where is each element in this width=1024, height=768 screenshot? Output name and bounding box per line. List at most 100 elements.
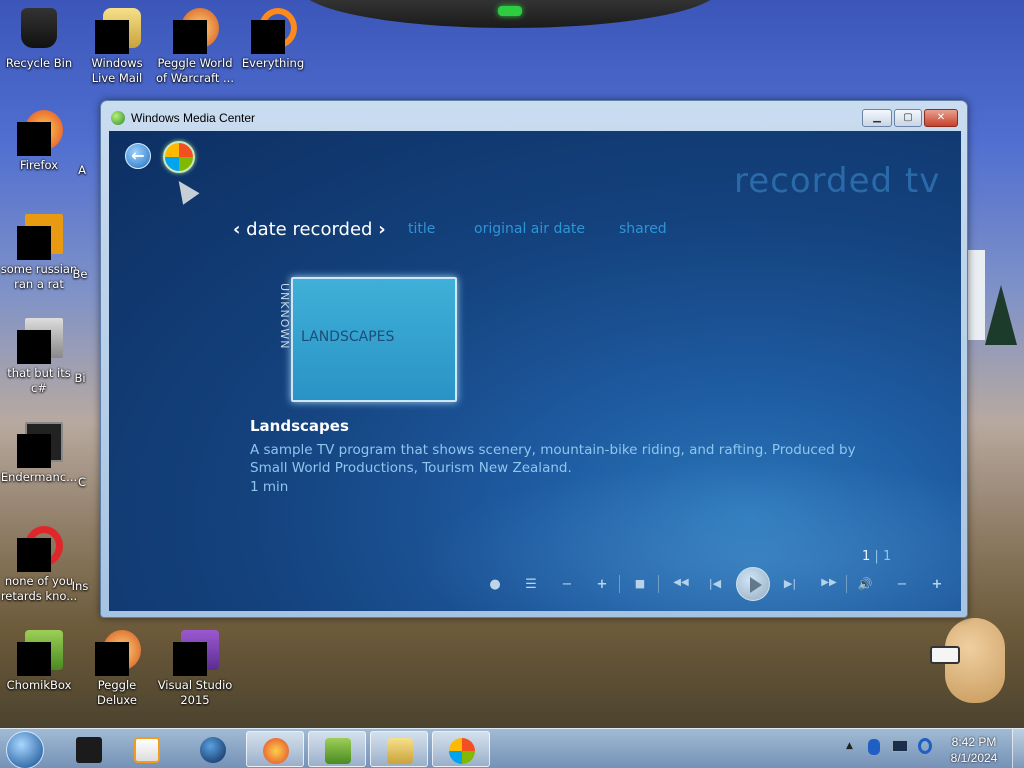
taskbar-item-explorer[interactable]	[370, 731, 428, 767]
record-icon[interactable]: ●	[484, 577, 506, 592]
taskbar-clock[interactable]: 8:42 PM 8/1/2024	[945, 734, 1003, 766]
clock-time: 8:42 PM	[951, 735, 997, 749]
page-title: recorded tv	[734, 161, 941, 201]
close-button[interactable]: ✕	[924, 109, 958, 127]
taskbar-item-media-player[interactable]	[118, 731, 176, 767]
media-player-icon	[134, 737, 160, 763]
taskbar-item-globe[interactable]	[184, 731, 242, 767]
game-console-icon	[76, 737, 102, 763]
top-gadget	[300, 0, 720, 28]
media-center-window[interactable]: Windows Media Center ▁ ▢ ✕ ← recorded tv…	[100, 100, 968, 618]
display-icon[interactable]	[892, 740, 908, 752]
skip-back-icon[interactable]: |◀	[704, 577, 726, 590]
taskbar-item-chomikbox[interactable]	[308, 731, 366, 767]
divider	[846, 575, 847, 593]
program-tile[interactable]: LANDSCAPES	[291, 277, 457, 402]
stop-icon[interactable]: ■	[629, 577, 651, 590]
tab-shared[interactable]: shared	[619, 221, 667, 237]
channel-up-icon[interactable]: +	[591, 577, 613, 592]
window-titlebar[interactable]: Windows Media Center ▁ ▢ ✕	[101, 101, 967, 131]
play-button[interactable]	[736, 567, 770, 601]
chomikbox-icon	[325, 738, 351, 764]
maximize-button[interactable]: ▢	[894, 109, 922, 127]
program-duration: 1 min	[250, 479, 289, 495]
volume-down-icon[interactable]: −	[891, 577, 913, 592]
scenery-tree	[985, 285, 1017, 345]
opera-icon	[17, 526, 63, 572]
hamster-gadget[interactable]	[930, 608, 1010, 708]
explorer-icon	[387, 738, 413, 764]
tab-title[interactable]: title	[408, 221, 435, 237]
program-description: A sample TV program that shows scenery, …	[250, 442, 856, 476]
taskbar-item-firefox[interactable]	[246, 731, 304, 767]
media-center-icon	[449, 738, 475, 764]
rewind-icon[interactable]: ◀◀	[666, 577, 696, 588]
tab-original-air-date[interactable]: original air date	[474, 221, 585, 237]
window-title: Windows Media Center	[131, 111, 256, 125]
windows-live-mail-icon	[95, 8, 141, 54]
chevron-left-icon[interactable]: ‹	[233, 219, 240, 240]
group-label: UNKNOWN	[278, 283, 291, 350]
pager: 1 | 1	[862, 549, 891, 564]
desktop-icon-label: Recycle Bin	[5, 56, 73, 70]
tab-date-recorded[interactable]: ‹ date recorded ›	[233, 219, 386, 240]
chevron-right-icon[interactable]: ›	[378, 219, 385, 240]
recycle-bin-icon	[17, 8, 61, 52]
partial-desktop-label: Be	[72, 267, 88, 281]
system-tray: ▲	[842, 735, 942, 763]
transport-controls: ● ☰ − + ■ ◀◀ |◀ ▶| ▶▶ 🔊 − +	[484, 567, 954, 603]
divider	[658, 575, 659, 593]
desktop-icon-visual-studio[interactable]: Visual Studio 2015	[156, 630, 234, 708]
show-desktop-button[interactable]	[1012, 729, 1024, 768]
windows-start-button[interactable]	[6, 731, 44, 768]
app-icon	[17, 214, 63, 260]
media-center-content: ← recorded tv ‹ date recorded › title or…	[109, 131, 961, 611]
channel-down-icon[interactable]: −	[556, 577, 578, 592]
desktop-icon-recycle-bin[interactable]: Recycle Bin	[0, 8, 78, 71]
taskbar-item-media-center[interactable]	[432, 731, 490, 767]
scenery-lighthouse	[965, 250, 985, 340]
volume-icon[interactable]: 🔊	[854, 577, 876, 591]
desktop-icon-windows-live-mail[interactable]: Windows Live Mail	[78, 8, 156, 86]
pager-total: 1	[882, 549, 892, 564]
tab-label: date recorded	[246, 219, 373, 240]
firefox-icon	[263, 738, 289, 764]
taskbar: ▲ 8:42 PM 8/1/2024	[0, 728, 1024, 768]
tray-chevron-icon[interactable]: ▲	[846, 741, 853, 751]
media-center-icon	[111, 111, 125, 125]
guide-icon[interactable]: ☰	[520, 577, 542, 592]
network-icon[interactable]	[918, 738, 932, 754]
tile-label: LANDSCAPES	[301, 329, 395, 345]
skip-forward-icon[interactable]: ▶|	[779, 577, 801, 590]
desktop-icon-label: ChomikBox	[6, 678, 72, 692]
volume-up-icon[interactable]: +	[926, 577, 948, 592]
app-icon	[17, 318, 63, 364]
partial-desktop-label: C	[77, 475, 87, 489]
pager-separator: |	[874, 549, 883, 564]
app-icon	[17, 422, 63, 468]
partial-desktop-label: Ins	[71, 579, 89, 593]
desktop-icon-peggle-wow[interactable]: Peggle World of Warcraft ...	[156, 8, 234, 86]
everything-search-icon	[251, 8, 297, 54]
back-arrow-icon[interactable]: ←	[125, 143, 151, 169]
bluetooth-icon[interactable]	[868, 739, 880, 755]
partial-desktop-label: Bi	[74, 371, 86, 385]
divider	[619, 575, 620, 593]
media-center-start-icon[interactable]	[163, 141, 195, 173]
firefox-icon	[17, 110, 63, 156]
taskbar-item-game-console[interactable]	[60, 731, 118, 767]
fast-forward-icon[interactable]: ▶▶	[814, 577, 844, 588]
desktop-icon-peggle-deluxe[interactable]: Peggle Deluxe	[78, 630, 156, 708]
minimize-button[interactable]: ▁	[862, 109, 892, 127]
mouse-cursor-icon	[170, 175, 200, 205]
desktop-icon-label: Peggle Deluxe	[97, 678, 137, 707]
desktop-icon-label: Peggle World of Warcraft ...	[156, 56, 234, 85]
pager-current: 1	[862, 549, 871, 564]
desktop-icon-label: Windows Live Mail	[91, 56, 143, 85]
desktop-icon-everything[interactable]: Everything	[234, 8, 312, 71]
partial-desktop-label: A	[78, 163, 86, 177]
desktop-icon-chomikbox[interactable]: ChomikBox	[0, 630, 78, 693]
visual-studio-icon	[173, 630, 219, 676]
desktop-icon-label: Everything	[241, 56, 305, 70]
gadget-led	[498, 6, 522, 16]
